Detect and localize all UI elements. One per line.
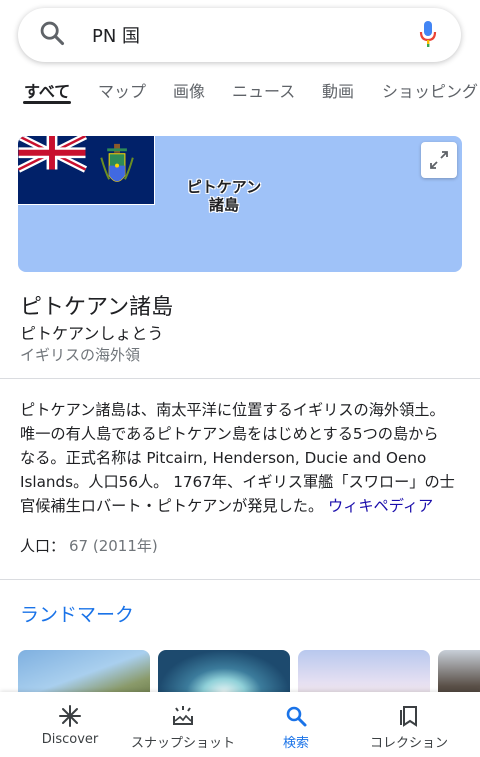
tab-shopping[interactable]: ショッピング (382, 78, 478, 102)
entity-description: ピトケアン諸島は、南太平洋に位置するイギリスの海外領土。 唯一の有人島であるピト… (20, 398, 462, 518)
search-tabs: すべて マップ 画像 ニュース 動画 ショッピング (0, 78, 480, 110)
search-input[interactable]: PN 国 (92, 22, 140, 48)
bottom-navigation: Discover スナップショット 検索 コレクション (0, 692, 480, 757)
map-label-line2: 諸島 (208, 196, 239, 214)
description-line: 唯一の有人島であるピトケアン島をはじめとする5つの島から (20, 425, 439, 443)
nav-collections[interactable]: コレクション (349, 692, 469, 757)
description-line: Islands。人口56人。 1767年、イギリス軍艦「スワロー」の士 (20, 473, 455, 491)
map-place-label: ピトケアン 諸島 (164, 178, 284, 214)
nav-label: コレクション (369, 736, 448, 751)
bookmark-icon (400, 706, 417, 727)
tab-maps[interactable]: マップ (98, 78, 146, 102)
wikipedia-link[interactable]: ウィキペディア (328, 497, 433, 515)
mic-icon[interactable] (418, 20, 438, 48)
entity-type: イギリスの海外領 (20, 346, 141, 364)
page: PN 国 すべて マップ 画像 ニュース 動画 ショッピング ピトケアン 諸島 … (0, 0, 480, 757)
nav-snapshot[interactable]: スナップショット (123, 692, 243, 757)
description-line: ピトケアン諸島は、南太平洋に位置するイギリスの海外領土。 (20, 401, 445, 419)
description-line: 官候補生ロバート・ピトケアンが発見した。 (20, 497, 324, 515)
expand-icon (430, 151, 448, 169)
asterisk-icon (59, 705, 81, 727)
entity-reading: ピトケアンしょとう (20, 324, 164, 343)
active-tab-indicator (23, 101, 71, 104)
landmarks-heading[interactable]: ランドマーク (20, 600, 134, 627)
map-label-line1: ピトケアン (186, 178, 262, 196)
search-icon[interactable] (38, 19, 66, 47)
search-icon (286, 706, 307, 727)
flag-image (18, 136, 155, 205)
nav-label: Discover (41, 732, 99, 747)
description-line-last: 官候補生ロバート・ピトケアンが発見した。 ウィキペディア (20, 494, 462, 518)
description-line: なる。正式名称は Pitcairn, Henderson, Ducie and … (20, 449, 427, 467)
population-label: 人口： (20, 537, 66, 555)
entity-title: ピトケアン諸島 (20, 295, 174, 320)
divider (0, 378, 480, 379)
tab-news[interactable]: ニュース (232, 78, 295, 102)
map-card[interactable]: ピトケアン 諸島 (18, 136, 462, 272)
nav-label: 検索 (282, 736, 309, 751)
search-bar[interactable] (18, 8, 461, 62)
expand-map-button[interactable] (421, 142, 457, 178)
nav-discover[interactable]: Discover (10, 692, 130, 757)
nav-search[interactable]: 検索 (236, 692, 356, 757)
nav-label: スナップショット (130, 736, 235, 751)
tab-images[interactable]: 画像 (173, 78, 205, 102)
snapshot-icon (173, 706, 193, 725)
divider (0, 579, 480, 580)
tab-all[interactable]: すべて (24, 78, 70, 102)
population-value[interactable]: 67 (2011年) (69, 535, 158, 556)
tab-videos[interactable]: 動画 (322, 78, 354, 102)
